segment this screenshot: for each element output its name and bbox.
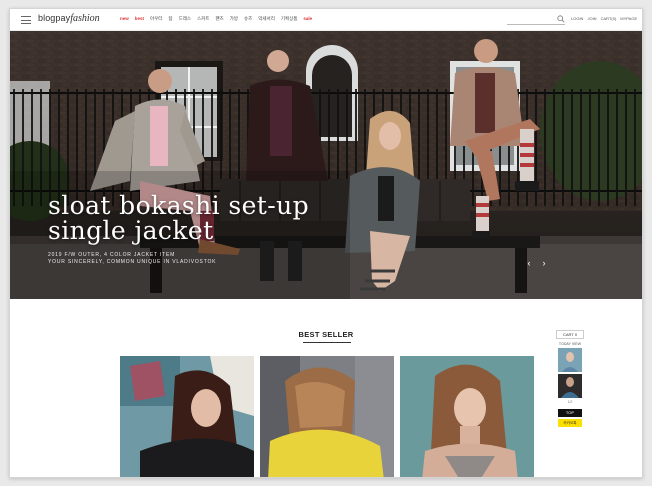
utility-links: LOGIN JOIN CART(0) MYPAGE [571, 16, 637, 21]
search-icon[interactable] [557, 15, 565, 23]
nav-item[interactable]: 드레스 [179, 16, 191, 22]
product-image [260, 356, 394, 477]
product-card[interactable] [260, 356, 394, 477]
recent-product-thumb[interactable] [558, 348, 582, 372]
nav-item[interactable]: best [135, 16, 144, 22]
recent-product-image [558, 348, 582, 372]
section-divider [303, 342, 351, 343]
hero-banner[interactable]: sloat bokashi set-up single jacket 2019 … [10, 31, 642, 299]
product-card[interactable] [120, 356, 254, 477]
nav-item[interactable]: new [120, 16, 129, 22]
product-card[interactable] [400, 356, 534, 477]
best-seller-title: BEST SELLER [298, 330, 354, 339]
hero-title[interactable]: sloat bokashi set-up single jacket [48, 193, 348, 243]
chevron-left-icon[interactable]: ‹ [525, 259, 533, 268]
hero-title-line-1: sloat bokashi set-up [48, 191, 309, 220]
product-image [400, 356, 534, 477]
nav-item[interactable]: 탑 [168, 16, 172, 22]
logo-brand: blogpay [38, 13, 71, 23]
kakao-talk-button[interactable]: 카카오톡 [558, 419, 582, 427]
nav-item[interactable]: 아우터 [150, 16, 162, 22]
best-seller-grid [120, 356, 535, 477]
hero-subtitle: 2019 F/W OUTER, 4 COLOR JACKET ITEM YOUR… [48, 252, 308, 266]
today-view-label: TODAY VIEW [558, 342, 582, 346]
scroll-top-button[interactable]: TOP [558, 409, 582, 417]
chevron-right-icon[interactable]: › [540, 259, 548, 268]
product-image [120, 356, 254, 477]
site-logo[interactable]: blogpayfashion [38, 13, 100, 27]
main-nav: new best 아우터 탑 드레스 스커트 팬츠 가방 슈즈 악세서리 기획상품 sale [120, 16, 312, 22]
nav-item[interactable]: 스커트 [197, 16, 209, 22]
nav-item[interactable]: 가방 [230, 16, 238, 22]
site-header: blogpayfashion new best 아우터 탑 드레스 스커트 팬츠 가방 슈즈 악세… [10, 9, 642, 31]
recent-product-image [558, 374, 582, 398]
logo-script: fashion [70, 13, 100, 24]
browser-frame: blogpayfashion new best 아우터 탑 드레스 스커트 팬츠 가방 슈즈 악세… [9, 8, 643, 478]
nav-item[interactable]: 기획상품 [281, 16, 298, 22]
hero-subtitle-line-1: 2019 F/W OUTER, 4 COLOR JACKET ITEM [48, 252, 176, 258]
sidebar-cart[interactable]: CART 0 [556, 330, 584, 339]
join-link[interactable]: JOIN [587, 16, 596, 21]
nav-item[interactable]: 슈즈 [244, 16, 252, 22]
login-link[interactable]: LOGIN [571, 16, 583, 21]
nav-item[interactable]: sale [303, 16, 312, 22]
nav-item[interactable]: 팬츠 [215, 16, 223, 22]
sidebar-cart-count: 0 [574, 332, 578, 337]
hero-subtitle-line-2: YOUR SINCERELY, COMMON UNIQUE IN VLADIVO… [48, 259, 217, 265]
hamburger-icon[interactable] [21, 16, 31, 24]
quick-sidebar: CART 0 TODAY VIEW 1/2 TOP 카카오톡 [556, 330, 584, 427]
mypage-link[interactable]: MYPAGE [620, 16, 637, 21]
search-box [507, 15, 565, 25]
recent-product-thumb[interactable] [558, 374, 582, 398]
sidebar-cart-label: CART [562, 332, 574, 337]
hero-title-line-2: single jacket [48, 216, 214, 245]
cart-link[interactable]: CART(0) [601, 16, 617, 21]
recent-pager[interactable]: 1/2 [556, 400, 584, 404]
search-input[interactable] [507, 15, 555, 24]
nav-item[interactable]: 악세서리 [258, 16, 275, 22]
